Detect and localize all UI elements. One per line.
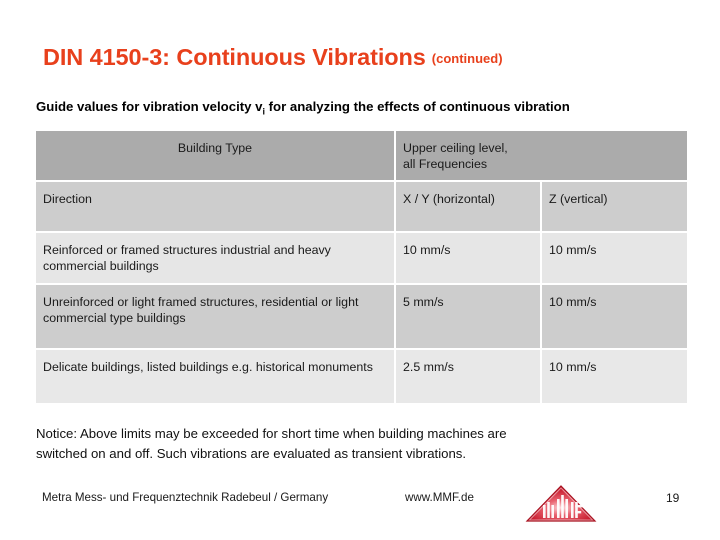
row-label-delicate-buildings: Delicate buildings, listed buildings e.g… <box>36 350 396 403</box>
header-upper-ceiling-line1: Upper ceiling level, <box>403 141 508 155</box>
subtitle-text-after: for analyzing the effects of continuous … <box>264 99 570 114</box>
footer-website-link[interactable]: www.MMF.de <box>405 491 474 504</box>
slide-canvas: DIN 4150-3: Continuous Vibrations (contin… <box>0 0 720 540</box>
slide-footer: Metra Mess- und Frequenztechnik Radebeul… <box>0 485 720 536</box>
table-header-row: Building Type Upper ceiling level, all F… <box>36 131 687 182</box>
row-value-z-unreinforced: 10 mm/s <box>542 285 687 350</box>
row-value-xy-delicate: 2.5 mm/s <box>396 350 542 403</box>
title-main-text: DIN 4150-3: Continuous Vibrations <box>43 44 426 70</box>
mmf-pyramid-logo-icon <box>524 482 598 526</box>
row-value-xy-unreinforced: 5 mm/s <box>396 285 542 350</box>
notice-line-1: Notice: Above limits may be exceeded for… <box>36 426 507 441</box>
notice-line-2: switched on and off. Such vibrations are… <box>36 445 467 461</box>
table-row: Unreinforced or light framed structures,… <box>36 285 687 350</box>
guide-values-table: Building Type Upper ceiling level, all F… <box>36 131 687 403</box>
footer-organization: Metra Mess- und Frequenztechnik Radebeul… <box>42 491 329 504</box>
table-row: Delicate buildings, listed buildings e.g… <box>36 350 687 403</box>
subtitle: Guide values for vibration velocity vi f… <box>36 99 706 117</box>
row-value-z-reinforced: 10 mm/s <box>542 233 687 285</box>
row-label-unreinforced-structures: Unreinforced or light framed structures,… <box>36 285 396 350</box>
page-title: DIN 4150-3: Continuous Vibrations (contin… <box>43 44 683 71</box>
table-row: Reinforced or framed structures industri… <box>36 233 687 285</box>
notice-text: Notice: Above limits may be exceeded for… <box>36 424 656 464</box>
row-value-z-delicate: 10 mm/s <box>542 350 687 403</box>
row-value-xy-direction: X / Y (horizontal) <box>396 182 542 233</box>
page-number: 19 <box>666 491 680 505</box>
row-value-xy-reinforced: 10 mm/s <box>396 233 542 285</box>
header-cell-upper-ceiling-level: Upper ceiling level, all Frequencies <box>396 131 687 182</box>
row-label-direction: Direction <box>36 182 396 233</box>
subtitle-text-before: Guide values for vibration velocity v <box>36 99 263 114</box>
header-upper-ceiling-line2: all Frequencies <box>403 157 488 172</box>
table-row: Direction X / Y (horizontal) Z (vertical… <box>36 182 687 233</box>
row-value-z-direction: Z (vertical) <box>542 182 687 233</box>
header-cell-building-type: Building Type <box>36 131 396 182</box>
row-label-reinforced-structures: Reinforced or framed structures industri… <box>36 233 396 285</box>
title-continued-text: (continued) <box>431 51 503 66</box>
